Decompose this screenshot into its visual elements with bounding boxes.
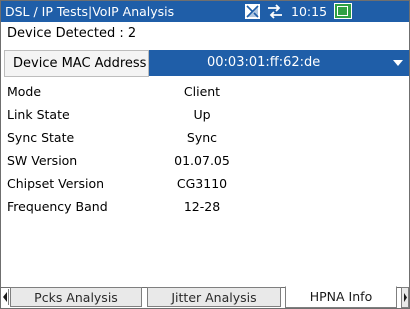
tab-scroll-right-icon[interactable] [401,287,409,308]
info-label: Mode [7,84,42,99]
chevron-down-icon [393,60,403,66]
mac-address-dropdown[interactable]: 00:03:01:ff:62:de [149,50,409,76]
info-label: Chipset Version [7,176,105,191]
mac-address-label: Device MAC Address [13,56,147,71]
mac-address-row: Device MAC Address 00:03:01:ff:62:de [1,50,409,77]
info-label: Link State [7,107,70,122]
clock: 10:15 [291,4,328,19]
tab-hpna-info[interactable]: HPNA Info [285,286,397,308]
tab-bar: Pcks Analysis Jitter Analysis HPNA Info [1,286,409,308]
tab-scroll-left-icon[interactable] [1,289,9,305]
mac-address-value: 00:03:01:ff:62:de [207,55,321,70]
info-row-sync-state: Sync State Sync [1,127,409,150]
tab-jitter-analysis[interactable]: Jitter Analysis [147,287,281,307]
info-value: Client [183,84,221,99]
info-label: Frequency Band [7,199,108,214]
tab-pcks-analysis[interactable]: Pcks Analysis [10,287,142,307]
info-value: Sync [186,130,218,145]
info-label: SW Version [7,153,78,168]
info-row-frequency-band: Frequency Band 12-28 [1,196,409,219]
network-icon [268,4,282,19]
info-value: 01.07.05 [174,153,230,168]
window-title: DSL / IP Tests|VoIP Analysis [5,4,175,19]
info-value: 12-28 [183,199,221,214]
info-row-link-state: Link State Up [1,104,409,127]
signal-icon [245,4,260,19]
device-info-list: Mode Client Link State Up Sync State Syn… [1,81,409,219]
device-detected-text: Device Detected : 2 [7,26,137,41]
mac-label-box: Device MAC Address [4,50,149,77]
info-row-mode: Mode Client [1,81,409,104]
info-label: Sync State [7,130,75,145]
info-value: CG3110 [176,176,228,191]
info-value: Up [193,107,211,122]
title-bar: DSL / IP Tests|VoIP Analysis 10:15 [1,1,409,22]
info-row-sw-version: SW Version 01.07.05 [1,150,409,173]
info-row-chipset-version: Chipset Version CG3110 [1,173,409,196]
battery-icon [334,3,352,19]
app-window: DSL / IP Tests|VoIP Analysis 10:15 Devic… [0,0,410,309]
